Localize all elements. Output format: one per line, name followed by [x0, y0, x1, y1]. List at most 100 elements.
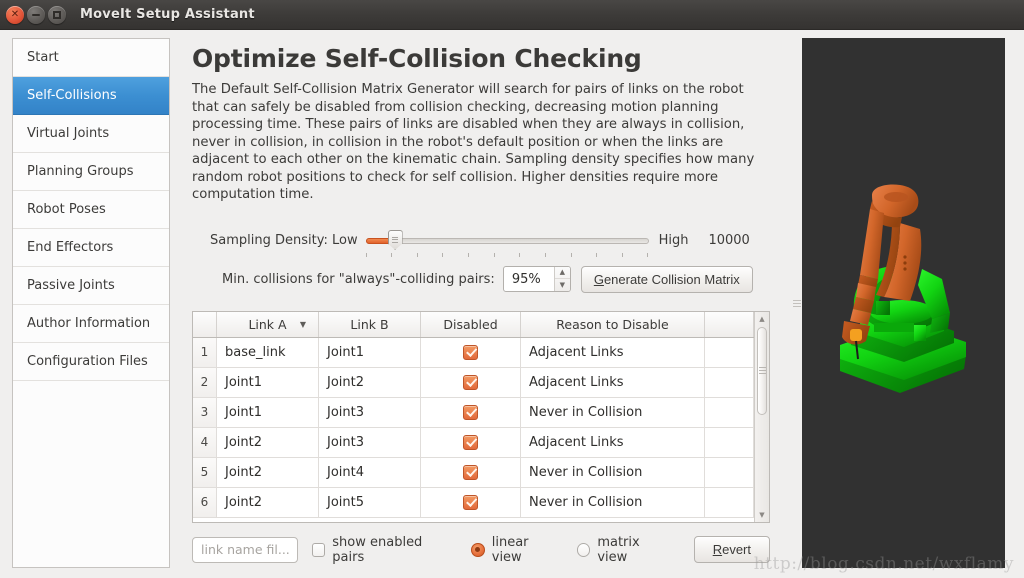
- spinner-up-icon[interactable]: ▲: [554, 267, 570, 280]
- min-collisions-spinbox[interactable]: 95% ▲ ▼: [502, 266, 571, 293]
- cell-spacer: [705, 487, 754, 517]
- generate-mnemonic: G: [593, 271, 604, 287]
- window-controls: ✕: [6, 5, 66, 24]
- spinner-down-icon[interactable]: ▼: [555, 279, 570, 291]
- disabled-checkbox[interactable]: [463, 494, 478, 510]
- generate-collision-matrix-button[interactable]: Generate Collision Matrix: [580, 265, 753, 293]
- table-row[interactable]: 1 base_link Joint1 Adjacent Links: [193, 337, 754, 368]
- cell-disabled[interactable]: [421, 397, 521, 427]
- show-enabled-pairs-checkbox[interactable]: show enabled pairs: [311, 534, 456, 565]
- cell-disabled[interactable]: [421, 337, 521, 367]
- sampling-density-slider[interactable]: [365, 229, 649, 257]
- cell-link-a: Joint1: [217, 367, 319, 397]
- sampling-density-value: 10000: [708, 233, 750, 249]
- panel-splitter[interactable]: [792, 38, 802, 568]
- table-row[interactable]: 5 Joint2 Joint4 Never in Collision: [193, 457, 754, 488]
- scrollbar-thumb[interactable]: [757, 326, 767, 415]
- column-header-spacer: [705, 311, 754, 337]
- close-icon[interactable]: ✕: [6, 5, 24, 24]
- cell-link-b: Joint4: [319, 457, 421, 487]
- splitter-grip-icon: [793, 299, 801, 307]
- table-row[interactable]: 6 Joint2 Joint5 Never in Collision: [193, 487, 754, 518]
- sampling-density-high-label: High: [658, 233, 689, 249]
- cell-rownum: 1: [193, 337, 217, 367]
- cell-reason: Never in Collision: [521, 487, 705, 517]
- table-body: 1 base_link Joint1 Adjacent Links 2 Join…: [193, 337, 754, 522]
- link-name-filter-input[interactable]: link name fil...: [192, 536, 298, 563]
- cell-link-b: Joint5: [319, 487, 421, 517]
- cell-link-a: base_link: [217, 337, 319, 367]
- min-collisions-value[interactable]: 95%: [504, 267, 554, 291]
- cell-link-b: Joint3: [319, 397, 421, 427]
- sidebar-item-configuration-files[interactable]: Configuration Files: [13, 343, 169, 381]
- scrollbar-trough[interactable]: [755, 326, 769, 508]
- column-header-link-a-label: Link A: [248, 316, 287, 332]
- page-description: The Default Self-Collision Matrix Genera…: [192, 82, 755, 203]
- table-row[interactable]: 3 Joint1 Joint3 Never in Collision: [193, 397, 754, 428]
- disabled-checkbox[interactable]: [463, 464, 478, 480]
- revert-button[interactable]: Revert: [693, 536, 770, 564]
- table-vertical-scrollbar[interactable]: ▲ ▼: [754, 311, 769, 522]
- linear-view-radio[interactable]: linear view: [471, 535, 561, 565]
- generate-label-rest: enerate Collision Matrix: [603, 271, 740, 287]
- revert-mnemonic: R: [712, 542, 723, 558]
- cell-disabled[interactable]: [421, 487, 521, 517]
- minimize-icon[interactable]: [27, 5, 45, 24]
- sidebar-item-virtual-joints[interactable]: Virtual Joints: [13, 115, 169, 153]
- radio-unselected-icon[interactable]: [576, 542, 591, 557]
- window-body: Start Self-Collisions Virtual Joints Pla…: [0, 30, 1024, 578]
- matrix-view-radio[interactable]: matrix view: [576, 535, 672, 565]
- cell-reason: Never in Collision: [521, 457, 705, 487]
- robot-model-icon: [840, 184, 966, 393]
- cell-disabled[interactable]: [421, 427, 521, 457]
- sidebar-item-planning-groups[interactable]: Planning Groups: [13, 153, 169, 191]
- cell-disabled[interactable]: [421, 367, 521, 397]
- cell-link-a: Joint1: [217, 397, 319, 427]
- collision-table: Link A ▼ Link B Disabled Reason to Disab…: [192, 310, 770, 523]
- disabled-checkbox[interactable]: [463, 374, 478, 390]
- checkbox-icon[interactable]: [311, 542, 326, 557]
- cell-spacer: [705, 457, 754, 487]
- cell-reason: Adjacent Links: [521, 367, 705, 397]
- sidebar-item-end-effectors[interactable]: End Effectors: [13, 229, 169, 267]
- cell-rownum: 3: [193, 397, 217, 427]
- title-bar: ✕ MoveIt Setup Assistant: [0, 0, 1024, 30]
- slider-handle[interactable]: [387, 229, 403, 250]
- radio-selected-icon[interactable]: [471, 542, 485, 557]
- table-row[interactable]: 2 Joint1 Joint2 Adjacent Links: [193, 367, 754, 398]
- column-header-disabled[interactable]: Disabled: [421, 311, 521, 337]
- disabled-checkbox[interactable]: [463, 344, 478, 360]
- disabled-checkbox[interactable]: [463, 404, 478, 420]
- spinbox-buttons[interactable]: ▲ ▼: [553, 267, 570, 292]
- cell-spacer: [705, 427, 754, 457]
- column-header-link-a[interactable]: Link A ▼: [217, 311, 319, 337]
- sidebar-item-passive-joints[interactable]: Passive Joints: [13, 267, 169, 305]
- disabled-checkbox[interactable]: [463, 434, 478, 450]
- cell-disabled[interactable]: [421, 457, 521, 487]
- scroll-down-icon[interactable]: ▼: [755, 508, 769, 522]
- sidebar-item-start[interactable]: Start: [13, 39, 169, 77]
- cell-reason: Never in Collision: [521, 397, 705, 427]
- column-header-rownum[interactable]: [193, 311, 217, 337]
- sidebar-item-self-collisions[interactable]: Self-Collisions: [13, 77, 169, 115]
- sidebar-item-robot-poses[interactable]: Robot Poses: [13, 191, 169, 229]
- min-collisions-row: Min. collisions for "always"-colliding p…: [192, 265, 792, 293]
- table-row[interactable]: 4 Joint2 Joint3 Adjacent Links: [193, 427, 754, 458]
- robot-3d-viewport[interactable]: [802, 38, 1005, 568]
- scroll-up-icon[interactable]: ▲: [755, 312, 769, 326]
- maximize-icon[interactable]: [48, 5, 66, 24]
- column-header-link-b[interactable]: Link B: [319, 311, 421, 337]
- cell-rownum: 4: [193, 427, 217, 457]
- linear-view-label: linear view: [491, 534, 529, 565]
- revert-label-rest: evert: [722, 542, 751, 558]
- collision-table-body-wrap: Link A ▼ Link B Disabled Reason to Disab…: [193, 311, 754, 522]
- window-title: MoveIt Setup Assistant: [80, 7, 255, 22]
- show-enabled-pairs-label: show enabled pairs: [332, 534, 423, 565]
- sampling-density-label: Sampling Density: Low: [210, 233, 358, 249]
- cell-link-a: Joint2: [217, 457, 319, 487]
- sidebar-item-author-information[interactable]: Author Information: [13, 305, 169, 343]
- cell-spacer: [705, 337, 754, 367]
- cell-spacer: [705, 367, 754, 397]
- sort-descending-icon: ▼: [299, 319, 306, 329]
- column-header-reason[interactable]: Reason to Disable: [521, 311, 705, 337]
